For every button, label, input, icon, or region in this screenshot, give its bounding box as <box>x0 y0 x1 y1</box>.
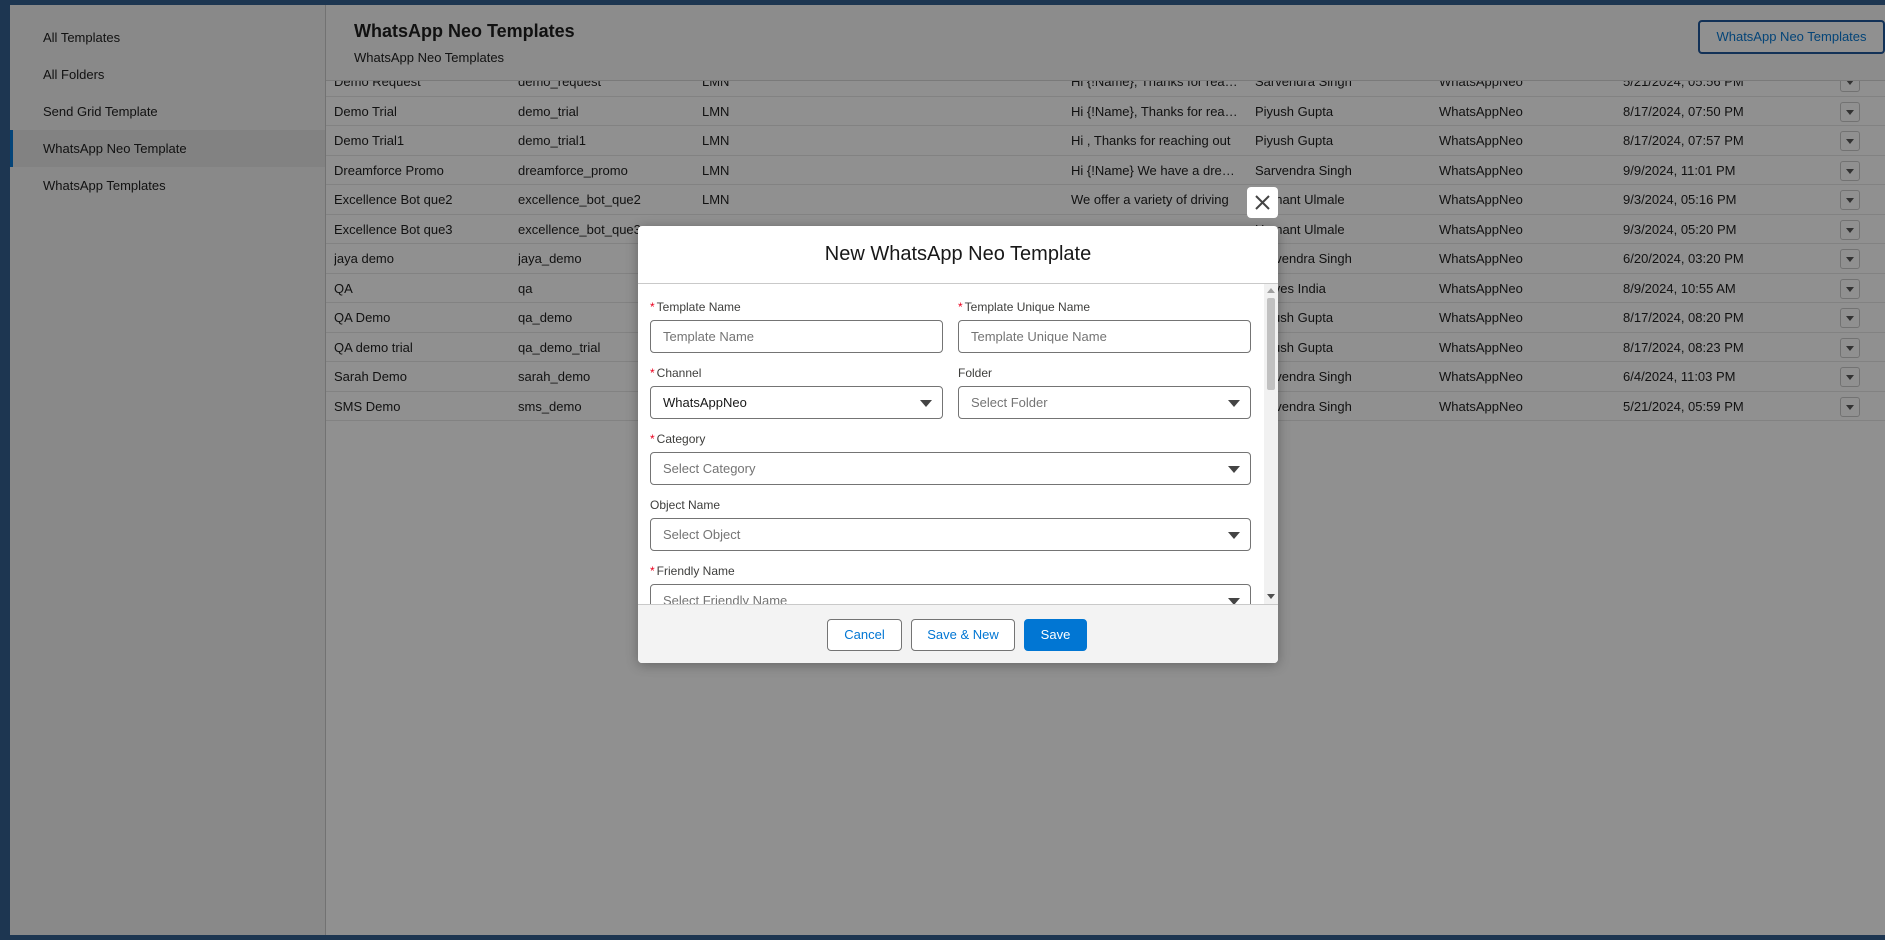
chevron-down-icon <box>1228 466 1240 473</box>
template-unique-name-input[interactable]: Template Unique Name <box>958 320 1251 353</box>
modal-title: New WhatsApp Neo Template <box>638 226 1278 284</box>
object-name-field: Object Name Select Object <box>650 496 1251 551</box>
category-placeholder: Select Category <box>663 461 756 476</box>
required-mark: * <box>650 432 655 446</box>
friendly-name-placeholder: Select Friendly Name <box>663 593 788 604</box>
chevron-down-icon <box>1228 532 1240 539</box>
channel-value: WhatsAppNeo <box>663 395 747 410</box>
friendly-name-select[interactable]: Select Friendly Name <box>650 584 1251 604</box>
folder-select[interactable]: Select Folder <box>958 386 1251 419</box>
object-name-select[interactable]: Select Object <box>650 518 1251 551</box>
channel-select[interactable]: WhatsAppNeo <box>650 386 943 419</box>
template-name-field: * Template Name Template Name <box>650 298 943 353</box>
close-icon <box>1255 195 1270 210</box>
category-select[interactable]: Select Category <box>650 452 1251 485</box>
chevron-down-icon <box>1228 400 1240 407</box>
category-label: Category <box>656 432 706 446</box>
save-button[interactable]: Save <box>1024 619 1087 651</box>
category-field: * Category Select Category <box>650 430 1251 485</box>
object-name-placeholder: Select Object <box>663 527 741 542</box>
required-mark: * <box>958 300 963 314</box>
channel-label: Channel <box>656 366 702 380</box>
cancel-button[interactable]: Cancel <box>827 619 902 651</box>
channel-field: * Channel WhatsAppNeo <box>650 364 943 419</box>
object-name-label: Object Name <box>650 498 721 512</box>
folder-label: Folder <box>958 366 993 380</box>
chevron-down-icon <box>920 400 932 407</box>
scroll-up-icon[interactable] <box>1267 288 1275 293</box>
save-and-new-button[interactable]: Save & New <box>911 619 1015 651</box>
template-name-label: Template Name <box>656 300 741 314</box>
folder-placeholder: Select Folder <box>971 395 1048 410</box>
new-template-modal: New WhatsApp Neo Template * Template Name… <box>638 226 1278 663</box>
folder-field: Folder Select Folder <box>958 364 1251 419</box>
friendly-name-label: Friendly Name <box>656 564 735 578</box>
modal-body: * Template Name Template Name * Template U… <box>638 284 1278 604</box>
modal-footer: Cancel Save & New Save <box>638 604 1278 663</box>
template-name-input[interactable]: Template Name <box>650 320 943 353</box>
template-unique-name-label: Template Unique Name <box>964 300 1091 314</box>
required-mark: * <box>650 366 655 380</box>
scrollbar-thumb[interactable] <box>1267 298 1275 390</box>
close-button[interactable] <box>1247 187 1278 218</box>
template-unique-name-field: * Template Unique Name Template Unique Na… <box>958 298 1251 353</box>
required-mark: * <box>650 564 655 578</box>
required-mark: * <box>650 300 655 314</box>
scroll-down-icon[interactable] <box>1267 594 1275 599</box>
modal-scrollbar[interactable] <box>1264 284 1278 604</box>
friendly-name-field: * Friendly Name Select Friendly Name <box>650 562 1251 604</box>
